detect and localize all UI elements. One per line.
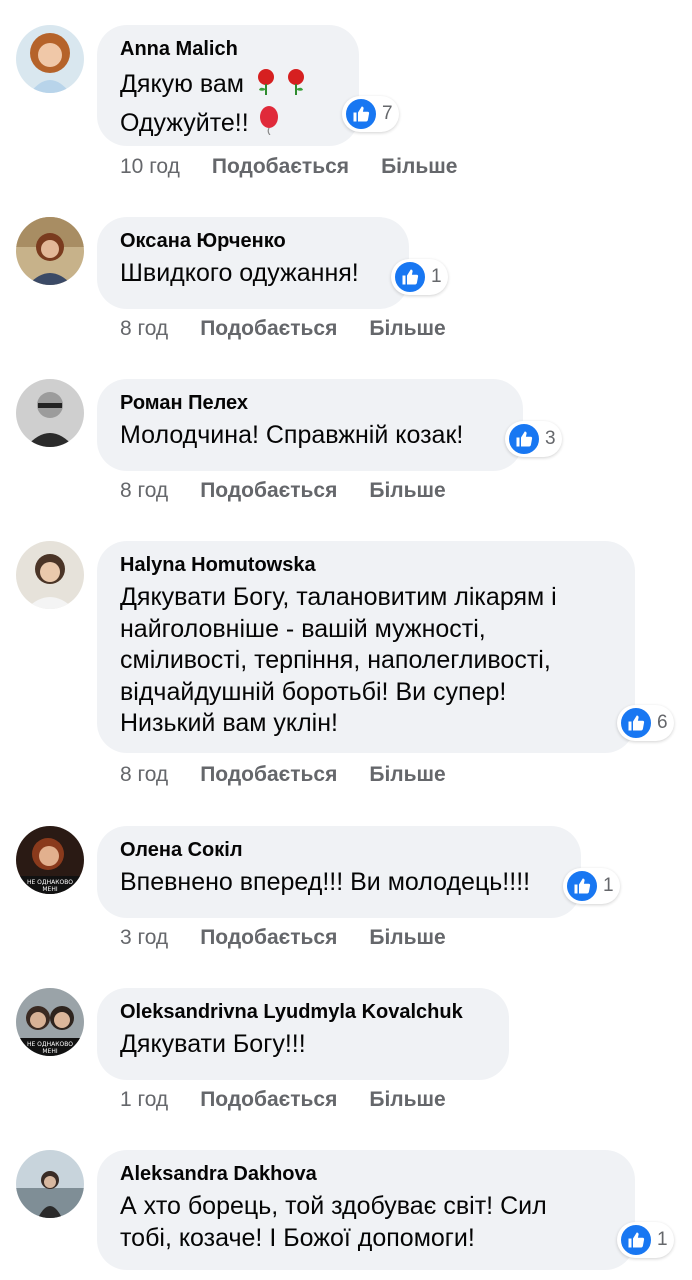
comment-text-line: тобі, козаче! І Божої допомоги! xyxy=(120,1223,475,1252)
svg-text:НЕ ОДНАКОВО: НЕ ОДНАКОВО xyxy=(27,879,73,886)
comment-text-line: Дякую вам xyxy=(120,69,244,98)
comment-bubble[interactable]: Anna Malich Дякую вам Одужуйте!! xyxy=(97,25,359,146)
avatar[interactable]: НЕ ОДНАКОВО МЕНІ xyxy=(16,826,84,894)
comment-bubble[interactable]: Оксана Юрченко Швидкого одужання! xyxy=(97,217,409,309)
svg-text:МЕНІ: МЕНІ xyxy=(42,1048,57,1055)
comment-text: Дякувати Богу!!! xyxy=(120,1030,306,1058)
comment-author[interactable]: Оксана Юрченко xyxy=(120,229,386,253)
comment-time[interactable]: 3 год xyxy=(120,926,168,950)
comment-bubble[interactable]: Олена Сокіл Впевнено вперед!!! Ви молоде… xyxy=(97,826,581,918)
comment-author[interactable]: Aleksandra Dakhova xyxy=(120,1162,612,1186)
rose-emoji-icon xyxy=(281,66,311,105)
reaction-count: 1 xyxy=(657,1229,668,1250)
comment-text: Молодчина! Справжній козак! xyxy=(120,421,464,449)
avatar[interactable] xyxy=(16,217,84,285)
reaction-count-badge[interactable]: 1 xyxy=(617,1222,674,1258)
balloon-emoji-icon xyxy=(256,105,282,144)
avatar[interactable] xyxy=(16,541,84,609)
rose-emoji-icon xyxy=(251,66,281,105)
more-button[interactable]: Більше xyxy=(369,317,445,341)
thumbs-up-icon xyxy=(344,97,378,131)
like-button[interactable]: Подобається xyxy=(200,926,337,950)
comment-actions: 8 год Подобається Більше xyxy=(120,479,446,503)
thumbs-up-icon xyxy=(619,1223,653,1257)
like-button[interactable]: Подобається xyxy=(212,155,349,179)
comment-time[interactable]: 1 год xyxy=(120,1088,168,1112)
comment-actions: 1 год Подобається Більше xyxy=(120,1088,446,1112)
comment-text: Швидкого одужання! xyxy=(120,259,359,287)
more-button[interactable]: Більше xyxy=(381,155,457,179)
comment-actions: 3 год Подобається Більше xyxy=(120,926,446,950)
comment-author[interactable]: Роман Пелех xyxy=(120,391,500,415)
like-button[interactable]: Подобається xyxy=(200,763,337,787)
comment-time[interactable]: 8 год xyxy=(120,763,168,787)
reaction-count: 1 xyxy=(431,266,442,287)
comment-author[interactable]: Олена Сокіл xyxy=(120,838,558,862)
comment-text-line: А хто борець, той здобуває світ! Сил xyxy=(120,1192,547,1220)
comment-actions: 10 год Подобається Більше xyxy=(120,155,457,179)
avatar[interactable]: НЕ ОДНАКОВО МЕНІ xyxy=(16,988,84,1056)
comment-bubble[interactable]: Роман Пелех Молодчина! Справжній козак! xyxy=(97,379,523,471)
comment-text-line: Низький вам уклін! xyxy=(120,709,338,737)
like-button[interactable]: Подобається xyxy=(200,317,337,341)
more-button[interactable]: Більше xyxy=(369,763,445,787)
reaction-count-badge[interactable]: 7 xyxy=(342,96,399,132)
thumbs-up-icon xyxy=(619,706,653,740)
more-button[interactable]: Більше xyxy=(369,926,445,950)
reaction-count-badge[interactable]: 3 xyxy=(505,421,562,457)
like-button[interactable]: Подобається xyxy=(200,479,337,503)
comment-time[interactable]: 8 год xyxy=(120,317,168,341)
comment-text-line: Одужуйте!! xyxy=(120,108,249,137)
comment-actions: 8 год Подобається Більше xyxy=(120,763,446,787)
comment-time[interactable]: 8 год xyxy=(120,479,168,503)
comment-actions: 8 год Подобається Більше xyxy=(120,317,446,341)
reaction-count-badge[interactable]: 1 xyxy=(391,259,448,295)
more-button[interactable]: Більше xyxy=(369,479,445,503)
reaction-count: 3 xyxy=(545,428,556,449)
like-button[interactable]: Подобається xyxy=(200,1088,337,1112)
reaction-count: 1 xyxy=(603,875,614,896)
thumbs-up-icon xyxy=(507,422,541,456)
comment-author[interactable]: Oleksandrivna Lyudmyla Kovalchuk xyxy=(120,1000,486,1024)
svg-text:МЕНІ: МЕНІ xyxy=(42,886,57,893)
comment-bubble[interactable]: Oleksandrivna Lyudmyla Kovalchuk Дякуват… xyxy=(97,988,509,1080)
thumbs-up-icon xyxy=(565,869,599,903)
avatar[interactable] xyxy=(16,25,84,93)
reaction-count-badge[interactable]: 6 xyxy=(617,705,674,741)
comment-bubble[interactable]: Aleksandra Dakhova А хто борець, той здо… xyxy=(97,1150,635,1270)
comment-bubble[interactable]: Halyna Homutowska Дякувати Богу, таланов… xyxy=(97,541,635,753)
comment-author[interactable]: Halyna Homutowska xyxy=(120,553,612,577)
reaction-count-badge[interactable]: 1 xyxy=(563,868,620,904)
comment-author[interactable]: Anna Malich xyxy=(120,37,336,61)
reaction-count: 7 xyxy=(382,103,393,124)
comment-text-line: найголовніше - вашій мужності, xyxy=(120,614,486,643)
comment-text: Впевнено вперед!!! Ви молодець!!!! xyxy=(120,868,531,896)
comment-time[interactable]: 10 год xyxy=(120,155,180,179)
reaction-count: 6 xyxy=(657,712,668,733)
comment-text-line: Дякувати Богу, талановитим лікарям і xyxy=(120,583,557,611)
comment-text-line: відчайдушній боротьбі! Ви супер! xyxy=(120,677,507,706)
thumbs-up-icon xyxy=(393,260,427,294)
avatar[interactable] xyxy=(16,1150,84,1218)
comment-text: Дякувати Богу, талановитим лікарям і най… xyxy=(120,582,612,740)
more-button[interactable]: Більше xyxy=(369,1088,445,1112)
svg-text:НЕ ОДНАКОВО: НЕ ОДНАКОВО xyxy=(27,1041,73,1048)
comment-text: А хто борець, той здобуває світ! Сил тоб… xyxy=(120,1191,612,1254)
avatar[interactable] xyxy=(16,379,84,447)
comment-text-line: сміливості, терпіння, наполегливості, xyxy=(120,646,551,674)
comment-text: Дякую вам Одужуйте!! xyxy=(120,66,336,143)
